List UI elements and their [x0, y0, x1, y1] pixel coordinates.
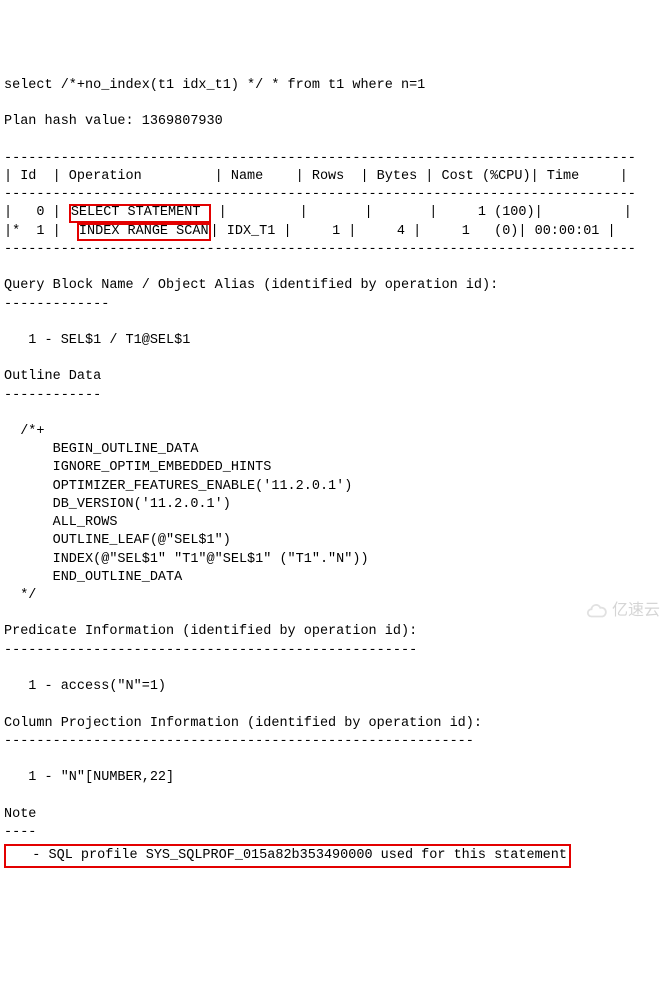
- outline-line: INDEX(@"SEL$1" "T1"@"SEL$1" ("T1"."N")): [4, 552, 369, 567]
- predicate-line: 1 - access("N"=1): [4, 679, 166, 694]
- predicate-header: Predicate Information (identified by ope…: [4, 624, 417, 639]
- qbn-header: Query Block Name / Object Alias (identif…: [4, 278, 498, 293]
- separator: ----------------------------------------…: [4, 187, 636, 202]
- colproj-line: 1 - "N"[NUMBER,22]: [4, 770, 174, 785]
- plan-row-0-post: | | | | 1 (100)| |: [211, 205, 632, 220]
- watermark-text: 亿速云: [612, 600, 660, 622]
- plan-op-index-range-scan: INDEX RANGE SCAN: [77, 223, 211, 242]
- separator: -------------: [4, 297, 109, 312]
- separator: ----------------------------------------…: [4, 734, 474, 749]
- separator: ----: [4, 825, 36, 840]
- outline-line: OPTIMIZER_FEATURES_ENABLE('11.2.0.1'): [4, 479, 352, 494]
- outline-line: OUTLINE_LEAF(@"SEL$1"): [4, 533, 231, 548]
- cloud-icon: [586, 600, 608, 622]
- colproj-header: Column Projection Information (identifie…: [4, 716, 482, 731]
- separator: ----------------------------------------…: [4, 151, 636, 166]
- plan-op-select-statement: SELECT STATEMENT: [69, 204, 211, 223]
- separator: ----------------------------------------…: [4, 242, 636, 257]
- outline-line: DB_VERSION('11.2.0.1'): [4, 497, 231, 512]
- plan-header-row: | Id | Operation | Name | Rows | Bytes |…: [4, 169, 628, 184]
- outline-line: BEGIN_OUTLINE_DATA: [4, 442, 198, 457]
- plan-row-1-post: | IDX_T1 | 1 | 4 | 1 (0)| 00:00:01 |: [211, 224, 616, 239]
- watermark: 亿速云: [586, 600, 660, 622]
- separator: ----------------------------------------…: [4, 643, 417, 658]
- qbn-line: 1 - SEL$1 / T1@SEL$1: [4, 333, 190, 348]
- outline-line: ALL_ROWS: [4, 515, 117, 530]
- plan-hash: Plan hash value: 1369807930: [4, 114, 223, 129]
- plan-row-1-pre: |* 1 |: [4, 224, 77, 239]
- note-sql-profile: - SQL profile SYS_SQLPROF_015a82b3534900…: [4, 844, 571, 868]
- outline-header: Outline Data: [4, 369, 101, 384]
- sql-statement: select /*+no_index(t1 idx_t1) */ * from …: [4, 78, 425, 93]
- plan-row-0-pre: | 0 |: [4, 205, 69, 220]
- outline-close: */: [4, 588, 36, 603]
- outline-line: END_OUTLINE_DATA: [4, 570, 182, 585]
- note-header: Note: [4, 807, 36, 822]
- outline-line: IGNORE_OPTIM_EMBEDDED_HINTS: [4, 460, 271, 475]
- outline-open: /*+: [4, 424, 45, 439]
- separator: ------------: [4, 388, 101, 403]
